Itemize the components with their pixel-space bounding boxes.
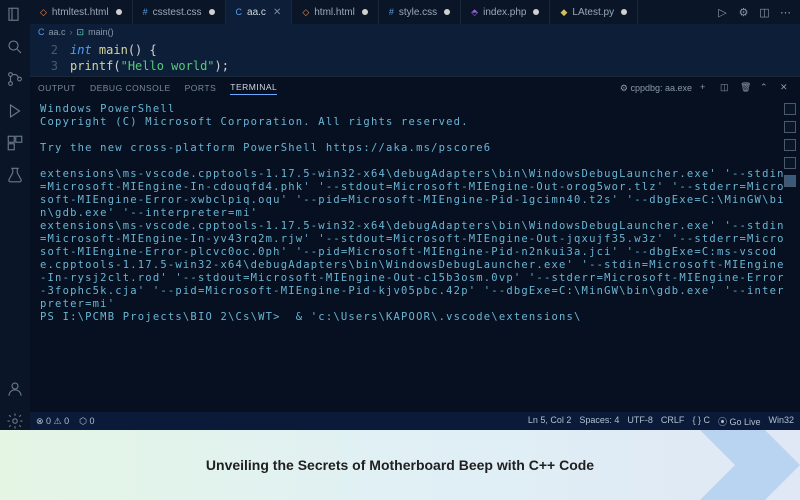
modified-dot-icon — [533, 9, 539, 15]
code-editor[interactable]: 2int main() {3 printf("Hello world"); — [30, 40, 800, 76]
source-control-icon[interactable] — [6, 70, 24, 88]
terminal[interactable]: Windows PowerShell Copyright (C) Microso… — [30, 99, 800, 412]
modified-dot-icon — [116, 9, 122, 15]
file-icon: ⬘ — [471, 7, 478, 18]
tab-csstest-css[interactable]: # csstest.css — [133, 0, 226, 24]
breadcrumb[interactable]: C aa.c › ⊡ main() — [30, 24, 800, 40]
terminal-output: Windows PowerShell Copyright (C) Microso… — [40, 103, 790, 324]
file-icon: # — [143, 7, 148, 17]
file-icon: ◇ — [40, 7, 47, 18]
status-item[interactable]: ⬡ 0 — [79, 416, 94, 427]
tab-aa-c[interactable]: Caa.c ✕ — [226, 0, 293, 24]
tab-htmltest-html[interactable]: ◇ htmltest.html — [30, 0, 133, 24]
status-item[interactable]: UTF-8 — [627, 415, 653, 428]
file-icon: C — [236, 7, 243, 17]
close-panel-icon[interactable]: ✕ — [780, 82, 792, 94]
modified-dot-icon — [209, 9, 215, 15]
tab-html-html[interactable]: ◇ html.html — [292, 0, 378, 24]
status-item[interactable]: Win32 — [768, 415, 794, 428]
tab-label: aa.c — [247, 7, 266, 18]
panel-tab-debug-console[interactable]: DEBUG CONSOLE — [90, 83, 171, 93]
chevron-icon: › — [70, 27, 73, 37]
status-item[interactable]: { } C — [692, 415, 710, 428]
tab-label: html.html — [314, 7, 355, 18]
banner-text: Unveiling the Secrets of Motherboard Bee… — [0, 430, 800, 500]
line-number: 3 — [30, 58, 70, 74]
split-terminal-icon[interactable]: ◫ — [720, 82, 732, 94]
terminal-sidebar — [784, 103, 796, 187]
status-item[interactable]: Spaces: 4 — [579, 415, 619, 428]
file-icon: ◇ — [302, 7, 309, 18]
file-icon: ◆ — [560, 7, 567, 18]
panel-tab-ports[interactable]: PORTS — [185, 83, 217, 93]
modified-dot-icon — [621, 9, 627, 15]
modified-dot-icon — [362, 9, 368, 15]
chevron-up-icon[interactable]: ⌃ — [760, 82, 772, 94]
status-item[interactable]: CRLF — [661, 415, 685, 428]
tab-label: htmltest.html — [52, 7, 109, 18]
file-icon: # — [389, 7, 394, 17]
kill-terminal-icon[interactable]: 🗑 — [740, 82, 752, 94]
status-bar: ⊗ 0 ⚠ 0 ⬡ 0 Ln 5, Col 2 Spaces: 4 UTF-8 CRLF {… — [30, 412, 800, 430]
modified-dot-icon — [444, 9, 450, 15]
banner: Unveiling the Secrets of Motherboard Bee… — [0, 430, 800, 500]
tab-label: index.php — [483, 7, 526, 18]
terminal-instance-icon[interactable] — [784, 103, 796, 115]
main-area: ◇ htmltest.html # csstest.css Caa.c ✕ ◇ html.ht… — [30, 0, 800, 430]
symbol-icon: ⊡ — [77, 27, 85, 38]
settings-icon[interactable] — [6, 412, 24, 430]
panel-tab-output[interactable]: OUTPUT — [38, 83, 76, 93]
run-debug-icon[interactable] — [6, 102, 24, 120]
search-icon[interactable] — [6, 38, 24, 56]
terminal-panel: OUTPUT DEBUG CONSOLE PORTS TERMINAL ⚙ cppdb… — [30, 76, 800, 412]
activity-bar — [0, 0, 30, 430]
vscode-window: ◇ htmltest.html # csstest.css Caa.c ✕ ◇ html.ht… — [0, 0, 800, 430]
split-icon[interactable]: ◫ — [758, 6, 771, 19]
new-terminal-icon[interactable]: + — [700, 82, 712, 94]
line-number: 2 — [30, 42, 70, 58]
terminal-instance-icon[interactable] — [784, 175, 796, 187]
status-item[interactable]: ⦿ Go Live — [718, 415, 761, 428]
tab-LAtest-py[interactable]: ◆ LAtest.py — [550, 0, 638, 24]
more-icon[interactable]: ⋯ — [779, 6, 792, 19]
tab-label: csstest.css — [153, 7, 202, 18]
test-icon[interactable] — [6, 166, 24, 184]
close-icon[interactable]: ✕ — [273, 7, 281, 18]
editor-line: 3 printf("Hello world"); — [30, 58, 800, 74]
terminal-instance-icon[interactable] — [784, 139, 796, 151]
tab-style-css[interactable]: # style.css — [379, 0, 461, 24]
tab-label: LAtest.py — [572, 7, 614, 18]
status-item[interactable]: ⊗ 0 ⚠ 0 — [36, 416, 69, 427]
settings-gear-icon[interactable]: ⚙ — [737, 6, 750, 19]
tab-label: style.css — [399, 7, 437, 18]
breadcrumb-symbol: main() — [88, 27, 114, 37]
code-content: printf("Hello world"); — [70, 58, 229, 74]
status-item[interactable]: Ln 5, Col 2 — [528, 415, 572, 428]
tab-index-php[interactable]: ⬘ index.php — [461, 0, 550, 24]
panel-tabs: OUTPUT DEBUG CONSOLE PORTS TERMINAL ⚙ cppdb… — [30, 77, 800, 99]
terminal-instance-icon[interactable] — [784, 121, 796, 133]
explorer-icon[interactable] — [6, 6, 24, 24]
code-content: int main() { — [70, 42, 157, 58]
file-icon: C — [38, 27, 45, 37]
breadcrumb-file: aa.c — [49, 27, 66, 37]
panel-actions: ⚙ cppdbg: aa.exe + ◫ 🗑 ⌃ ✕ — [620, 82, 792, 94]
launch-config[interactable]: ⚙ cppdbg: aa.exe — [620, 83, 692, 94]
tab-bar: ◇ htmltest.html # csstest.css Caa.c ✕ ◇ html.ht… — [30, 0, 800, 24]
panel-tab-terminal[interactable]: TERMINAL — [230, 82, 277, 95]
account-icon[interactable] — [6, 380, 24, 398]
run-icon[interactable]: ▷ — [716, 6, 729, 19]
title-actions: ▷ ⚙ ◫ ⋯ — [716, 0, 800, 24]
status-right: Ln 5, Col 2 Spaces: 4 UTF-8 CRLF { } C ⦿ Go L… — [528, 415, 794, 428]
terminal-instance-icon[interactable] — [784, 157, 796, 169]
extensions-icon[interactable] — [6, 134, 24, 152]
editor-line: 2int main() { — [30, 42, 800, 58]
